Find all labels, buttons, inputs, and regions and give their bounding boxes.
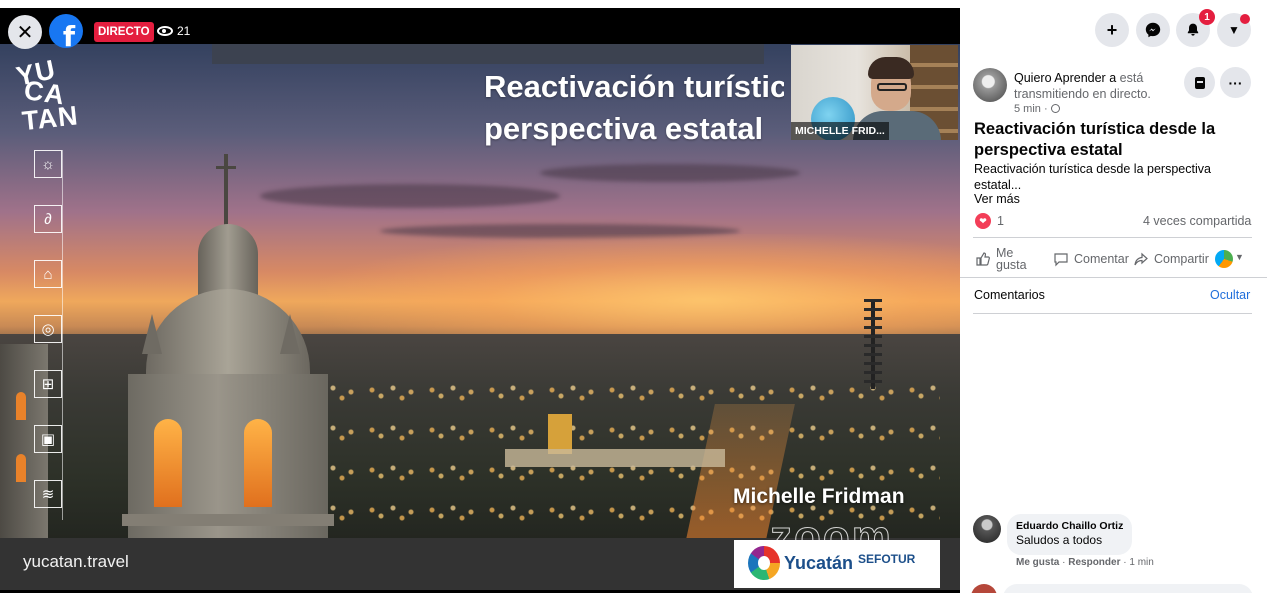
tower-window	[244, 419, 272, 507]
bird-glyph-icon: ∂	[34, 205, 62, 233]
speaker-name: Michelle Fridman	[733, 485, 905, 508]
page-avatar[interactable]	[973, 68, 1007, 102]
top-strip	[0, 0, 960, 8]
reaction-count[interactable]: 1	[997, 214, 1004, 228]
comment-like-link[interactable]: Me gusta	[1016, 557, 1059, 568]
comment-reply-link[interactable]: Responder	[1068, 557, 1120, 568]
cross	[224, 154, 228, 226]
sponsor-logo-box: Yucatán SEFOTUR	[734, 540, 940, 588]
bookmark-icon	[1194, 76, 1205, 89]
caret-down-icon: ▼	[1228, 23, 1240, 37]
comment-author[interactable]: Eduardo Chaillo Ortiz	[1016, 520, 1123, 533]
pip-name-label: MICHELLE FRID...	[791, 122, 889, 140]
tower-window	[16, 392, 26, 420]
eye-icon	[157, 26, 173, 36]
sun-glyph-icon: ☼	[34, 150, 62, 178]
divider	[973, 237, 1252, 238]
panel-top-strip	[960, 0, 1280, 8]
next-comment-bubble	[1003, 584, 1253, 593]
notification-count-badge: 1	[1199, 9, 1215, 25]
comment-meta: Me gusta · Responder · 1 min	[1016, 557, 1154, 568]
mask-glyph-icon: ⊞	[34, 370, 62, 398]
divider	[960, 277, 1267, 278]
video-player[interactable]: Reactivación turístic perspectiva estata…	[0, 0, 960, 593]
account-alert-dot	[1240, 14, 1250, 24]
like-button[interactable]: Me gusta	[975, 245, 1030, 273]
tower-balcony	[122, 514, 334, 526]
cross-bar	[216, 166, 236, 169]
tower-window	[16, 454, 26, 482]
comment-button[interactable]: Comentar	[1053, 245, 1129, 273]
speaker-glasses	[877, 83, 907, 91]
arcade-building	[505, 449, 725, 467]
footer-website: yucatan.travel	[23, 552, 129, 571]
more-options-button[interactable]: ···	[1220, 67, 1251, 98]
church-tower	[122, 154, 334, 584]
face-glyph-icon: ◎	[34, 315, 62, 343]
speaker-camera-pip[interactable]: MICHELLE FRID...	[791, 45, 958, 140]
post-description: Reactivación turística desde la perspect…	[974, 162, 1211, 192]
divider	[973, 313, 1252, 314]
share-as-avatar[interactable]	[1215, 250, 1233, 268]
like-label: Me gusta	[996, 246, 1027, 272]
comments-header: Comentarios	[974, 288, 1045, 302]
comment-bubble: Eduardo Chaillo Ortiz Saludos a todos	[1007, 514, 1132, 555]
heart-icon[interactable]: ❤	[975, 213, 991, 229]
speaker-hair	[868, 57, 914, 79]
yucatan-swirl-icon	[748, 546, 780, 580]
close-icon: ✕	[16, 21, 34, 44]
yucatan-brand-logo: YU CA TAN	[10, 54, 84, 137]
comment-label: Comentar	[1074, 252, 1129, 266]
post-title: Reactivación turística desde la perspect…	[974, 120, 1216, 159]
post-time-value[interactable]: 5 min ·	[1014, 103, 1048, 115]
viewer-count: 21	[157, 24, 190, 38]
share-icon	[1134, 252, 1148, 266]
pyramid-glyph-icon: ⌂	[34, 260, 62, 288]
facebook-live-viewer: Reactivación turístic perspectiva estata…	[0, 0, 1280, 593]
create-button[interactable]: +	[1095, 13, 1129, 47]
share-button[interactable]: Compartir	[1133, 245, 1209, 273]
comment-time[interactable]: 1 min	[1129, 557, 1153, 568]
more-icon: ···	[1228, 74, 1243, 91]
wave-glyph-icon: ≋	[34, 480, 62, 508]
commenter-avatar[interactable]	[973, 515, 1001, 543]
page-name-link[interactable]: Quiero Aprender a	[1014, 71, 1116, 85]
thumbs-up-icon	[976, 252, 990, 266]
spire	[280, 314, 300, 354]
save-post-button[interactable]	[1184, 67, 1215, 98]
comment-text: Saludos a todos	[1016, 533, 1103, 547]
radio-antenna	[864, 299, 882, 389]
post-author-line: Quiero Aprender a está transmitiendo en …	[1014, 70, 1179, 102]
slide-title: Reactivación turístic perspectiva estata…	[484, 69, 784, 146]
plus-icon: +	[1106, 19, 1118, 40]
maya-glyph-column: ☼ ∂ ⌂ ◎ ⊞ ▣ ≋	[34, 150, 64, 535]
messenger-button[interactable]	[1136, 13, 1170, 47]
share-label: Compartir	[1154, 252, 1209, 266]
brand-line: TAN	[20, 100, 80, 137]
caret-down-icon[interactable]: ▼	[1235, 252, 1244, 262]
spire	[142, 314, 162, 354]
globe-icon	[1050, 104, 1060, 113]
hide-comments-link[interactable]: Ocultar	[1210, 288, 1250, 302]
live-badge: DIRECTO	[94, 22, 154, 42]
slide-header-bar	[212, 44, 764, 64]
bell-icon	[1187, 23, 1199, 36]
share-count[interactable]: 4 veces compartida	[1143, 214, 1251, 228]
logo-wordmark: Yucatán	[784, 553, 854, 573]
messenger-icon	[1145, 22, 1161, 38]
facebook-logo-icon[interactable]: f	[49, 14, 83, 48]
post-time: 5 min ·	[1014, 103, 1060, 115]
tower-window	[154, 419, 182, 507]
close-button[interactable]: ✕	[8, 15, 42, 49]
yellow-church	[548, 414, 572, 454]
see-more-link[interactable]: Ver más	[974, 192, 1020, 206]
comment-icon	[1054, 253, 1068, 267]
logo-organization: SEFOTUR	[858, 552, 916, 566]
cloud	[540, 164, 800, 182]
square-glyph-icon: ▣	[34, 425, 62, 453]
viewer-count-value: 21	[177, 24, 191, 38]
